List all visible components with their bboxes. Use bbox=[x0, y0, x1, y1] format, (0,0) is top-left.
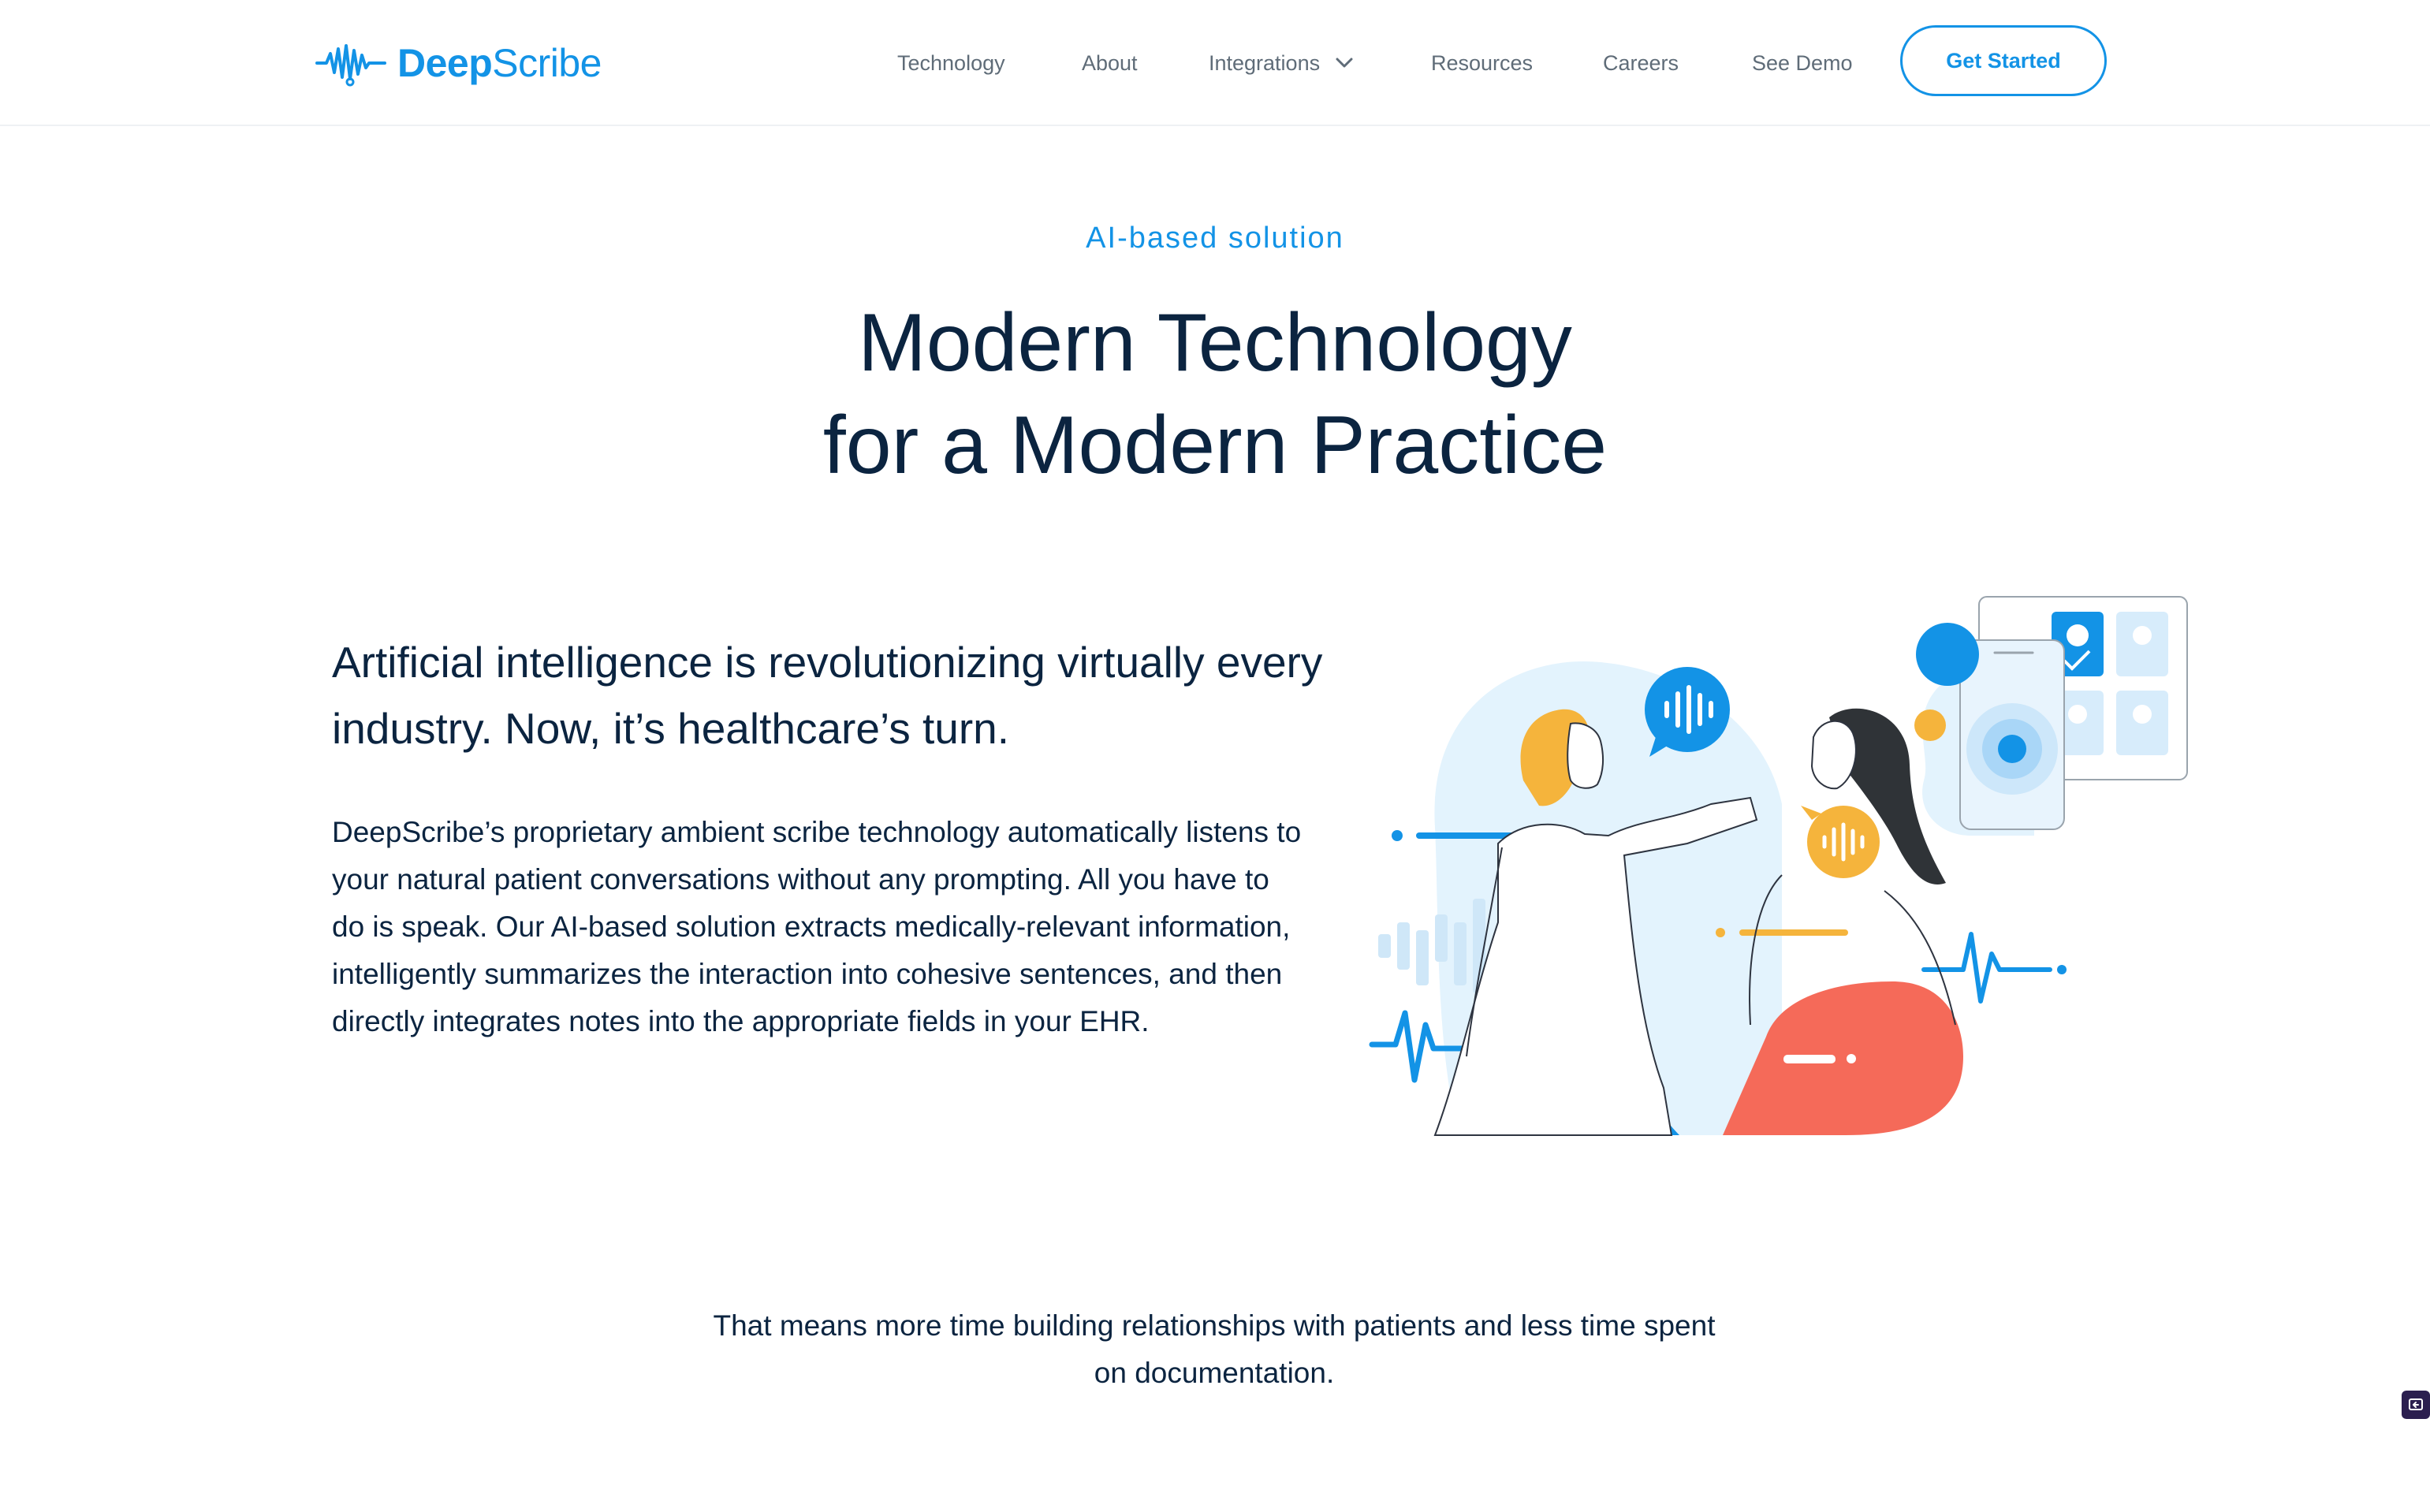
feedback-tab[interactable] bbox=[2402, 1391, 2430, 1419]
nav-integrations-label: Integrations bbox=[1209, 51, 1321, 75]
nav-careers[interactable]: Careers bbox=[1603, 46, 1679, 80]
nav-resources[interactable]: Resources bbox=[1431, 46, 1533, 80]
brand-name: DeepScribe bbox=[397, 36, 602, 90]
logo[interactable]: DeepScribe bbox=[315, 36, 602, 90]
section-heading: Artificial intelligence is revolutionizi… bbox=[332, 638, 1323, 753]
nav-see-demo[interactable]: See Demo bbox=[1752, 46, 1853, 80]
nav-technology[interactable]: Technology bbox=[897, 46, 1005, 80]
hero-title: Modern Technology for a Modern Practice bbox=[0, 292, 2430, 497]
doctor-examining-patient-illustration bbox=[1369, 596, 2188, 1136]
voice-bubble-patient bbox=[1801, 806, 1880, 878]
get-started-button[interactable]: Get Started bbox=[1900, 25, 2107, 96]
feedback-icon bbox=[2409, 1398, 2423, 1410]
hero-eyebrow: AI-based solution bbox=[1086, 222, 1344, 255]
nav-integrations[interactable]: Integrations bbox=[1209, 46, 1353, 80]
chevron-down-icon bbox=[1336, 58, 1353, 68]
section-body: DeepScribe’s proprietary ambient scribe … bbox=[332, 816, 1302, 1037]
nav-about[interactable]: About bbox=[1082, 46, 1138, 80]
hero-title-line-2: for a Modern Practice bbox=[822, 400, 1608, 491]
accent-dot-orange bbox=[1914, 709, 1946, 741]
brand-name-regular: Scribe bbox=[492, 41, 602, 85]
accent-dot-blue bbox=[1916, 623, 1979, 686]
pulse-line-right bbox=[1921, 932, 2052, 1004]
brand-name-bold: Deep bbox=[397, 41, 493, 85]
closing-statement: That means more time building relationsh… bbox=[713, 1309, 1716, 1389]
site-header: DeepScribe Technology About Integrations… bbox=[0, 0, 2430, 126]
waveform-stethoscope-icon bbox=[315, 44, 386, 87]
hero-title-line-1: Modern Technology bbox=[858, 297, 1572, 389]
